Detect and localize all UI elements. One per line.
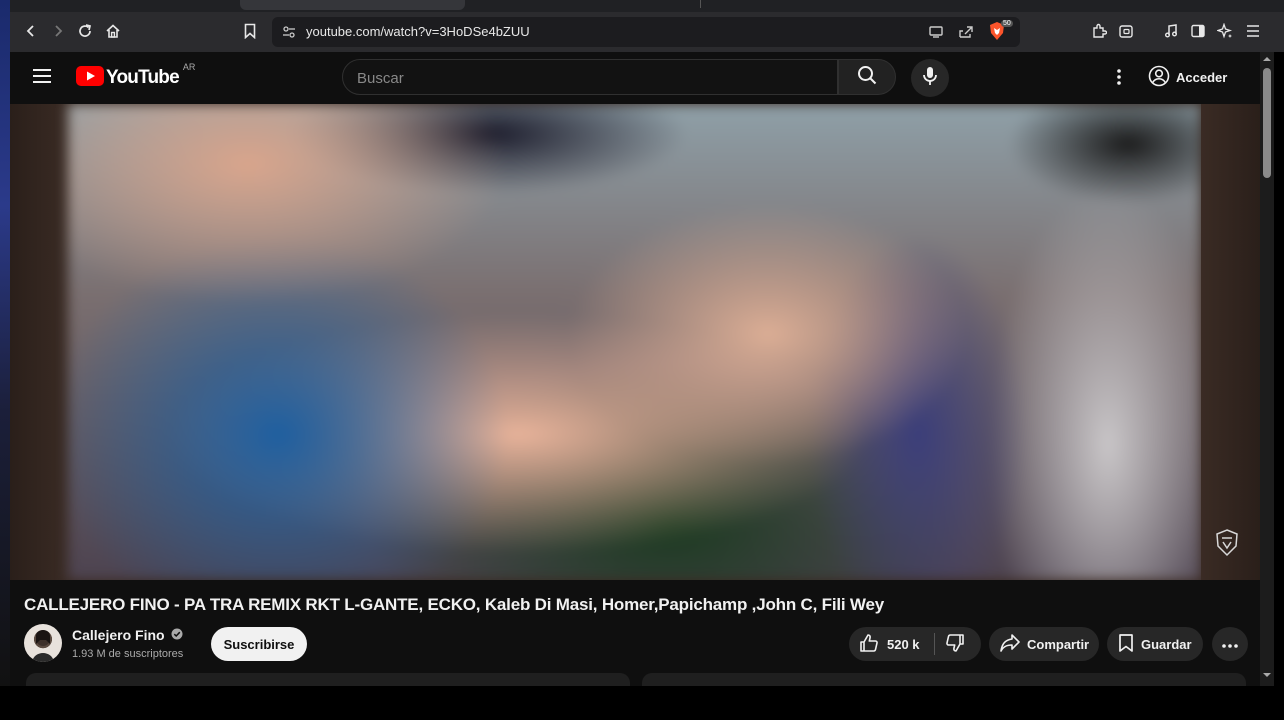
- page-scrollbar[interactable]: [1260, 52, 1274, 686]
- microphone-icon: [922, 66, 938, 91]
- search-input[interactable]: [357, 68, 817, 88]
- browser-toolbar: youtube.com/watch?v=3HoDSe4bZUU 50: [10, 12, 1284, 52]
- thumbs-down-icon: [945, 633, 965, 656]
- more-options-icon[interactable]: [1112, 67, 1126, 92]
- subscriber-count: 1.93 M de suscriptores: [72, 648, 184, 660]
- dislike-button[interactable]: [935, 627, 975, 661]
- youtube-page: YouTube AR Buscar Acceder CALLEJERO FINO…: [10, 52, 1260, 686]
- more-horizontal-icon: [1221, 637, 1239, 652]
- share-icon: [999, 633, 1021, 656]
- youtube-play-icon: [76, 65, 104, 91]
- subscribe-button[interactable]: Suscribirse: [211, 627, 307, 661]
- browser-tab-active[interactable]: [240, 0, 465, 10]
- share-page-icon[interactable]: [958, 25, 974, 44]
- video-player[interactable]: [10, 104, 1260, 580]
- share-label: Compartir: [1027, 636, 1090, 652]
- leo-ai-icon[interactable]: [1214, 20, 1236, 42]
- scroll-down-icon[interactable]: [1262, 670, 1272, 680]
- video-frame[interactable]: [68, 104, 1201, 580]
- browser-tab-strip: [10, 0, 1284, 12]
- scrollbar-thumb[interactable]: [1263, 68, 1271, 178]
- cast-icon[interactable]: [928, 25, 944, 44]
- forward-icon[interactable]: [47, 20, 69, 42]
- sign-in-button[interactable]: Acceder: [1148, 64, 1227, 90]
- thumbs-up-icon: [859, 633, 879, 656]
- extensions-icon[interactable]: [1088, 20, 1110, 42]
- voice-search-button[interactable]: [911, 59, 949, 97]
- channel-name[interactable]: Callejero Fino: [72, 627, 183, 643]
- like-count: 520 k: [887, 636, 920, 652]
- description-area: [10, 673, 1260, 686]
- save-label: Guardar: [1141, 636, 1192, 652]
- hamburger-menu-icon[interactable]: [32, 67, 52, 90]
- url-text[interactable]: youtube.com/watch?v=3HoDSe4bZUU: [306, 24, 530, 39]
- desktop-background: [0, 0, 10, 686]
- video-title: CALLEJERO FINO - PA TRA REMIX RKT L-GANT…: [24, 595, 884, 614]
- channel-name-text[interactable]: Callejero Fino: [72, 627, 165, 643]
- home-icon[interactable]: [102, 20, 124, 42]
- youtube-logo[interactable]: YouTube AR: [76, 62, 195, 91]
- youtube-header: YouTube AR Buscar Acceder: [10, 52, 1260, 104]
- wallet-icon[interactable]: [1115, 20, 1137, 42]
- verified-icon: [171, 627, 183, 643]
- channel-avatar[interactable]: [24, 624, 62, 662]
- channel-watermark-icon[interactable]: [1214, 528, 1240, 558]
- secondary-card[interactable]: [642, 673, 1246, 686]
- save-bookmark-icon: [1117, 633, 1135, 656]
- scroll-up-icon[interactable]: [1262, 54, 1272, 64]
- more-actions-button[interactable]: [1212, 627, 1248, 661]
- search-icon: [857, 65, 877, 90]
- search-box[interactable]: [342, 59, 838, 95]
- site-settings-icon[interactable]: [282, 25, 296, 44]
- share-button[interactable]: Compartir: [989, 627, 1099, 661]
- like-dislike-group: 520 k: [849, 627, 981, 661]
- region-code: AR: [182, 62, 196, 72]
- screen-bottom-bar: [0, 686, 1284, 720]
- media-icon[interactable]: [1160, 20, 1182, 42]
- account-icon: [1148, 65, 1170, 90]
- sidebar-icon[interactable]: [1187, 20, 1209, 42]
- address-bar[interactable]: youtube.com/watch?v=3HoDSe4bZUU 50: [272, 17, 1020, 47]
- video-ambient-left: [10, 104, 68, 580]
- tab-separator: [700, 0, 701, 8]
- shields-count-badge: 50: [1001, 20, 1013, 27]
- window-edge: [1274, 52, 1284, 686]
- brave-shields-icon[interactable]: 50: [988, 20, 1013, 43]
- browser-menu-icon[interactable]: [1242, 20, 1264, 42]
- search-button[interactable]: [838, 59, 896, 95]
- sign-in-label: Acceder: [1176, 69, 1228, 85]
- description-card[interactable]: [26, 673, 630, 686]
- bookmark-icon[interactable]: [239, 20, 261, 42]
- youtube-logo-text: YouTube: [106, 67, 180, 88]
- like-button[interactable]: 520 k: [849, 627, 920, 661]
- reload-icon[interactable]: [74, 20, 96, 42]
- save-button[interactable]: Guardar: [1107, 627, 1203, 661]
- back-icon[interactable]: [20, 20, 42, 42]
- video-ambient-right: [1201, 104, 1260, 580]
